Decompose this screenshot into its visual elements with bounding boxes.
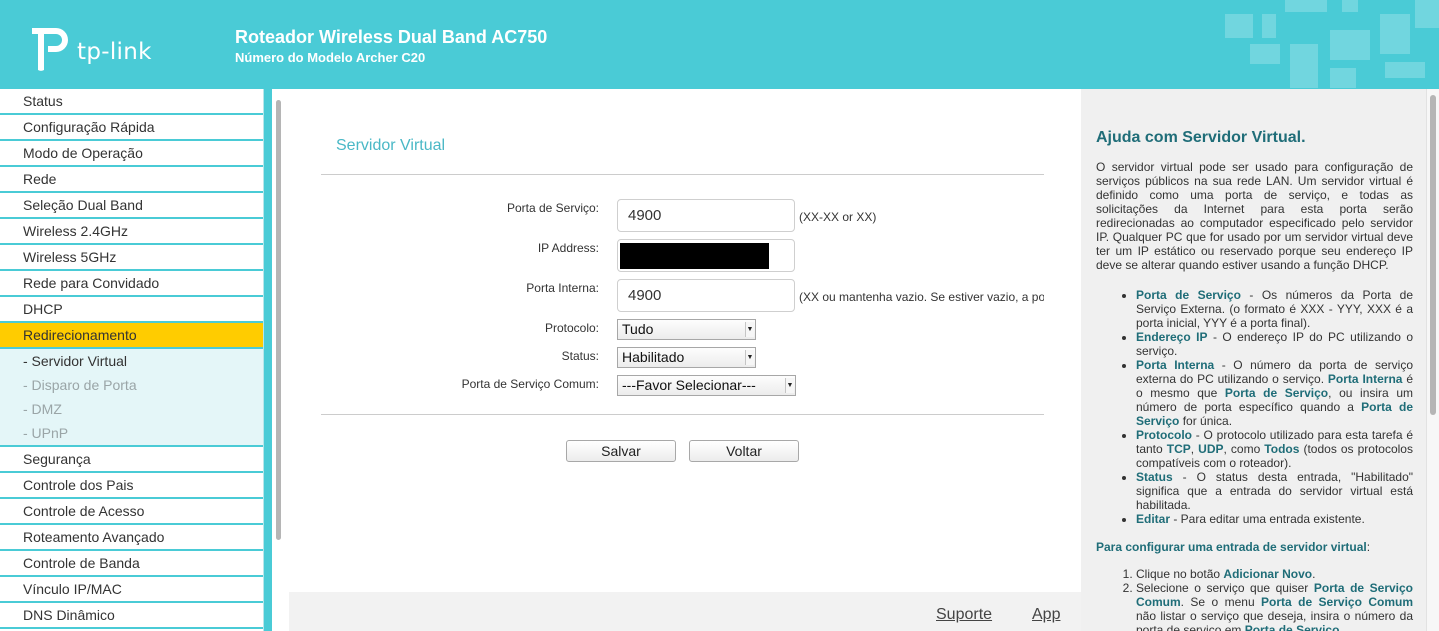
internal-port-label: Porta Interna:	[526, 281, 599, 295]
tp-link-logo-icon	[32, 28, 68, 71]
brand-name: tp-link	[77, 39, 152, 65]
sidebar-item-status[interactable]: Status	[0, 89, 263, 115]
sidebar-item-quick-setup[interactable]: Configuração Rápida	[0, 115, 263, 141]
sidebar-item-wireless-5[interactable]: Wireless 5GHz	[0, 245, 263, 271]
back-button[interactable]: Voltar	[689, 440, 799, 462]
help-item-service-port: Porta de Serviço - Os números da Porta d…	[1136, 288, 1413, 330]
product-title: Roteador Wireless Dual Band AC750	[235, 27, 548, 47]
status-label: Status:	[561, 349, 599, 363]
help-item-status: Status - O status desta entrada, "Habili…	[1136, 470, 1413, 512]
help-field-list: Porta de Serviço - Os números da Porta d…	[1121, 288, 1413, 526]
redacted-ip	[620, 243, 769, 269]
app-link[interactable]: App	[1032, 606, 1060, 624]
sidebar-item-ip-mac-binding[interactable]: Vínculo IP/MAC	[0, 577, 263, 603]
help-steps: Clique no botão Adicionar Novo. Selecion…	[1121, 567, 1413, 631]
help-scrollbar[interactable]	[1426, 89, 1439, 631]
decorative-pattern	[1380, 14, 1410, 54]
divider	[321, 174, 1044, 175]
help-item-edit: Editar - Para editar uma entrada existen…	[1136, 512, 1413, 526]
help-item-ip-address: Endereço IP - O endereço IP do PC utiliz…	[1136, 330, 1413, 358]
decorative-pattern	[1330, 30, 1370, 60]
help-item-protocol: Protocolo - O protocolo utilizado para e…	[1136, 428, 1413, 470]
help-config-title: Para configurar uma entrada de servidor …	[1096, 540, 1371, 554]
submenu-item-virtual-server[interactable]: - Servidor Virtual	[0, 349, 263, 373]
common-port-select-value: ---Favor Selecionar---	[622, 377, 756, 393]
header: tp-link Roteador Wireless Dual Band AC75…	[0, 0, 1439, 89]
internal-port-hint: (XX ou mantenha vazio. Se estiver vazio,…	[799, 290, 1044, 304]
sidebar-item-dual-band[interactable]: Seleção Dual Band	[0, 193, 263, 219]
service-port-hint: (XX-XX or XX)	[799, 210, 877, 224]
common-port-label: Porta de Serviço Comum:	[461, 377, 599, 391]
help-panel: Ajuda com Servidor Virtual. O servidor v…	[1081, 89, 1426, 631]
sidebar-item-parental-control[interactable]: Controle dos Pais	[0, 473, 263, 499]
decorative-pattern	[1330, 68, 1356, 88]
forwarding-submenu: - Servidor Virtual - Disparo de Porta - …	[0, 349, 263, 447]
sidebar-item-operation-mode[interactable]: Modo de Operação	[0, 141, 263, 167]
page-title: Servidor Virtual	[336, 137, 446, 154]
help-item-internal-port: Porta Interna - O número da porta de ser…	[1136, 358, 1413, 428]
common-port-select[interactable]: ---Favor Selecionar--- ▼	[617, 375, 796, 396]
help-title: Ajuda com Servidor Virtual.	[1096, 129, 1306, 146]
tp-link-logo: tp-link	[24, 24, 154, 76]
sidebar-item-network[interactable]: Rede	[0, 167, 263, 193]
sidebar-item-bandwidth-control[interactable]: Controle de Banda	[0, 551, 263, 577]
service-port-input[interactable]: 4900	[617, 199, 795, 232]
sidebar-item-guest-network[interactable]: Rede para Convidado	[0, 271, 263, 297]
decorative-pattern	[1342, 0, 1358, 12]
decorative-pattern	[1250, 44, 1280, 64]
protocol-select[interactable]: Tudo ▼	[617, 319, 756, 340]
decorative-pattern	[1262, 14, 1276, 38]
service-port-label: Porta de Serviço:	[506, 201, 599, 215]
internal-port-input[interactable]: 4900	[617, 279, 795, 312]
decorative-pattern	[1225, 14, 1253, 38]
help-intro: O servidor virtual pode ser usado para c…	[1096, 160, 1413, 272]
divider	[321, 414, 1044, 415]
chevron-down-icon: ▼	[745, 322, 754, 337]
sidebar-item-dynamic-dns[interactable]: DNS Dinâmico	[0, 603, 263, 629]
protocol-label: Protocolo:	[544, 321, 599, 335]
sidebar-item-dhcp[interactable]: DHCP	[0, 297, 263, 323]
submenu-item-upnp[interactable]: - UPnP	[0, 421, 263, 445]
help-step-1: Clique no botão Adicionar Novo.	[1136, 567, 1413, 581]
ip-address-input[interactable]	[617, 239, 795, 272]
sidebar-item-forwarding[interactable]: Redirecionamento	[0, 323, 263, 349]
footer: Suporte App	[289, 592, 1081, 631]
ip-address-label: IP Address:	[537, 241, 599, 255]
sidebar-item-security[interactable]: Segurança	[0, 447, 263, 473]
save-button[interactable]: Salvar	[566, 440, 676, 462]
model-number: Número do Modelo Archer C20	[235, 50, 426, 65]
help-step-2: Selecione o serviço que quiser Porta de …	[1136, 581, 1413, 631]
decorative-pattern	[1285, 0, 1327, 12]
decorative-pattern	[1290, 44, 1318, 88]
decorative-pattern	[1415, 0, 1439, 28]
sidebar-menu: Status Configuração Rápida Modo de Opera…	[0, 89, 264, 631]
submenu-item-dmz[interactable]: - DMZ	[0, 397, 263, 421]
sidebar-item-advanced-routing[interactable]: Roteamento Avançado	[0, 525, 263, 551]
sidebar-item-wireless-24[interactable]: Wireless 2.4GHz	[0, 219, 263, 245]
main-content: Servidor Virtual Porta de Serviço: 4900 …	[289, 89, 1081, 631]
support-link[interactable]: Suporte	[936, 606, 992, 624]
chevron-down-icon: ▼	[745, 350, 754, 365]
chevron-down-icon: ▼	[785, 378, 794, 393]
submenu-item-port-triggering[interactable]: - Disparo de Porta	[0, 373, 263, 397]
status-select[interactable]: Habilitado ▼	[617, 347, 756, 368]
help-scrollbar-thumb[interactable]	[1430, 95, 1436, 415]
decorative-pattern	[1385, 62, 1425, 78]
sidebar-item-access-control[interactable]: Controle de Acesso	[0, 499, 263, 525]
protocol-select-value: Tudo	[622, 321, 654, 337]
status-select-value: Habilitado	[622, 349, 685, 365]
sidebar-scrollbar-thumb[interactable]	[276, 100, 281, 540]
sidebar-border	[264, 89, 272, 631]
